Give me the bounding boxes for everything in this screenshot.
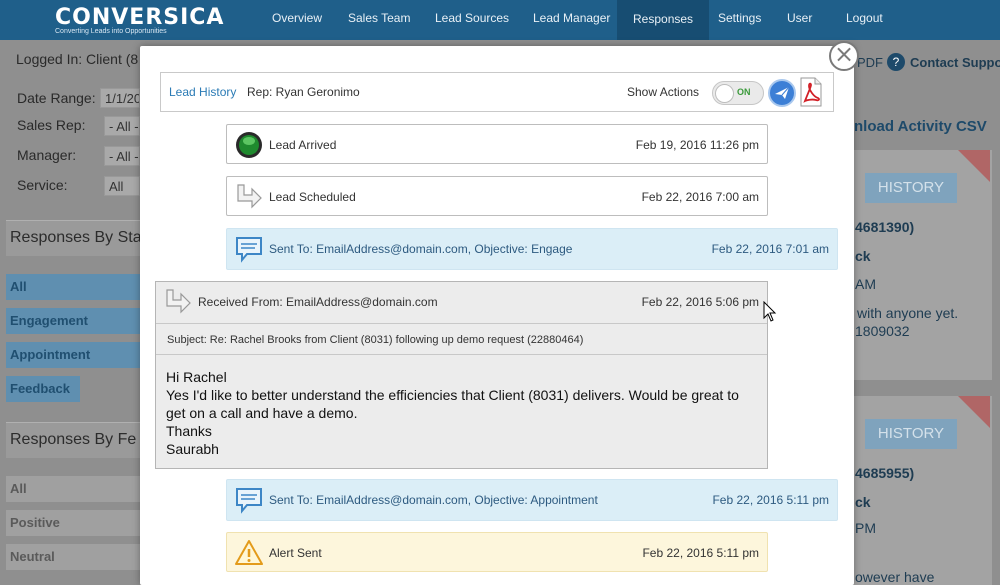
event-title: Alert Sent: [269, 546, 322, 560]
email-icon[interactable]: [768, 79, 796, 107]
received-body: Hi Rachel Yes I'd like to better underst…: [166, 368, 761, 458]
event-date: Feb 22, 2016 7:01 am: [711, 242, 829, 256]
manager-select[interactable]: - All -: [104, 146, 140, 166]
pdf-link[interactable]: PDF: [857, 55, 883, 70]
arrow-right-icon: [166, 289, 191, 314]
nav-user[interactable]: User: [783, 0, 816, 40]
status-tab-feedback[interactable]: Feedback: [6, 376, 80, 402]
received-subject: Subject: Re: Rachel Brooks from Client (…: [167, 334, 584, 346]
event-alert-sent: Alert Sent Feb 22, 2016 5:11 pm: [226, 532, 768, 572]
card-1-corner-flag: [958, 150, 990, 182]
lead-history-link[interactable]: Lead History: [169, 85, 236, 99]
responses-by-feedback-heading: Responses By Fe: [6, 422, 140, 458]
body-line: Yes I'd like to better understand the ef…: [166, 387, 739, 421]
close-icon[interactable]: ×: [829, 41, 859, 71]
sales-rep-select[interactable]: - All -: [104, 116, 140, 136]
toggle-knob: [715, 84, 734, 103]
event-date: Feb 22, 2016 5:11 pm: [642, 546, 759, 560]
nav-logout[interactable]: Logout: [842, 0, 887, 40]
status-tab-all[interactable]: All: [6, 274, 140, 300]
contact-support-link[interactable]: Contact Suppor: [910, 55, 1000, 70]
mouse-pointer-icon: [763, 301, 777, 322]
card-1-line-4: 1809032: [855, 323, 910, 339]
card-1-line-1: ck: [855, 248, 871, 264]
arrow-right-icon: [237, 184, 262, 209]
received-header: Received From: EmailAddress@domain.com F…: [156, 282, 767, 324]
event-title: Sent To: EmailAddress@domain.com, Object…: [269, 493, 598, 507]
feedback-tab-all[interactable]: All: [6, 476, 140, 502]
event-date: Feb 22, 2016 5:11 pm: [712, 493, 829, 507]
date-range-label: Date Range:: [17, 90, 96, 106]
received-title: Received From: EmailAddress@domain.com: [198, 295, 438, 309]
event-sent-engage: Sent To: EmailAddress@domain.com, Object…: [226, 228, 838, 270]
conversica-logo[interactable]: CONVERSICA Converting Leads into Opportu…: [55, 5, 224, 35]
card-1-history-button[interactable]: HISTORY: [865, 173, 957, 203]
card-2-history-button[interactable]: HISTORY: [865, 419, 957, 449]
event-lead-scheduled: Lead Scheduled Feb 22, 2016 7:00 am: [226, 176, 768, 216]
card-2-line-2: PM: [855, 520, 876, 536]
feedback-tab-neutral[interactable]: Neutral: [6, 544, 140, 570]
show-actions-label: Show Actions: [627, 85, 700, 99]
nav-settings[interactable]: Settings: [714, 0, 765, 40]
logo-text: CONVERSICA: [55, 5, 225, 30]
event-date: Feb 19, 2016 11:26 pm: [635, 138, 759, 152]
event-date: Feb 22, 2016 7:00 am: [641, 190, 759, 204]
show-actions-toggle[interactable]: ON: [712, 81, 764, 105]
event-lead-arrived: Lead Arrived Feb 19, 2016 11:26 pm: [226, 124, 768, 164]
nav-overview[interactable]: Overview: [268, 0, 326, 40]
logged-in-label: Logged In: Client (8: [16, 51, 139, 67]
download-activity-csv-link[interactable]: nload Activity CSV: [854, 118, 987, 135]
status-tab-engagement[interactable]: Engagement: [6, 308, 140, 334]
event-title: Lead Arrived: [269, 138, 337, 152]
top-navigation-bar: CONVERSICA Converting Leads into Opportu…: [0, 0, 1000, 40]
event-title: Sent To: EmailAddress@domain.com, Object…: [269, 242, 573, 256]
card-1-line-3: with anyone yet.: [857, 305, 959, 321]
nav-sales-team[interactable]: Sales Team: [344, 0, 414, 40]
sales-rep-label: Sales Rep:: [17, 117, 86, 133]
green-status-icon: [236, 132, 262, 158]
chat-bubble-icon: [236, 237, 262, 263]
warning-icon: [235, 540, 263, 565]
service-select[interactable]: All: [104, 176, 140, 196]
chat-bubble-icon: [236, 488, 262, 514]
nav-responses[interactable]: Responses: [617, 0, 710, 40]
feedback-tab-positive[interactable]: Positive: [6, 510, 140, 536]
nav-lead-manager[interactable]: Lead Manager: [529, 0, 614, 40]
card-2-corner-flag: [958, 396, 990, 428]
received-subject-row: Subject: Re: Rachel Brooks from Client (…: [156, 325, 767, 355]
help-icon[interactable]: ?: [887, 53, 905, 71]
body-line: Saurabh: [166, 441, 219, 457]
rep-label: Rep: Ryan Geronimo: [247, 85, 360, 99]
card-2-id: 4685955): [855, 465, 915, 481]
nav-lead-sources[interactable]: Lead Sources: [431, 0, 513, 40]
event-title: Lead Scheduled: [269, 190, 356, 204]
body-line: Thanks: [166, 423, 212, 439]
manager-label: Manager:: [17, 147, 77, 163]
service-label: Service:: [17, 177, 68, 193]
status-tab-appointment[interactable]: Appointment: [6, 342, 140, 368]
responses-by-status-heading: Responses By Sta: [6, 220, 140, 256]
received-message: Received From: EmailAddress@domain.com F…: [155, 281, 768, 469]
received-date: Feb 22, 2016 5:06 pm: [641, 295, 759, 309]
lead-history-header: Lead History Rep: Ryan Geronimo Show Act…: [160, 72, 834, 112]
toggle-state: ON: [737, 87, 751, 97]
body-line: Hi Rachel: [166, 369, 227, 385]
event-sent-appointment: Sent To: EmailAddress@domain.com, Object…: [226, 479, 838, 521]
card-2-line-3: owever have: [855, 569, 935, 585]
card-1-id: 4681390): [855, 219, 915, 235]
card-2-line-1: ck: [855, 494, 871, 510]
card-1-line-2: AM: [855, 276, 876, 292]
pdf-icon[interactable]: [799, 77, 823, 107]
date-range-input[interactable]: 1/1/20: [100, 88, 140, 108]
